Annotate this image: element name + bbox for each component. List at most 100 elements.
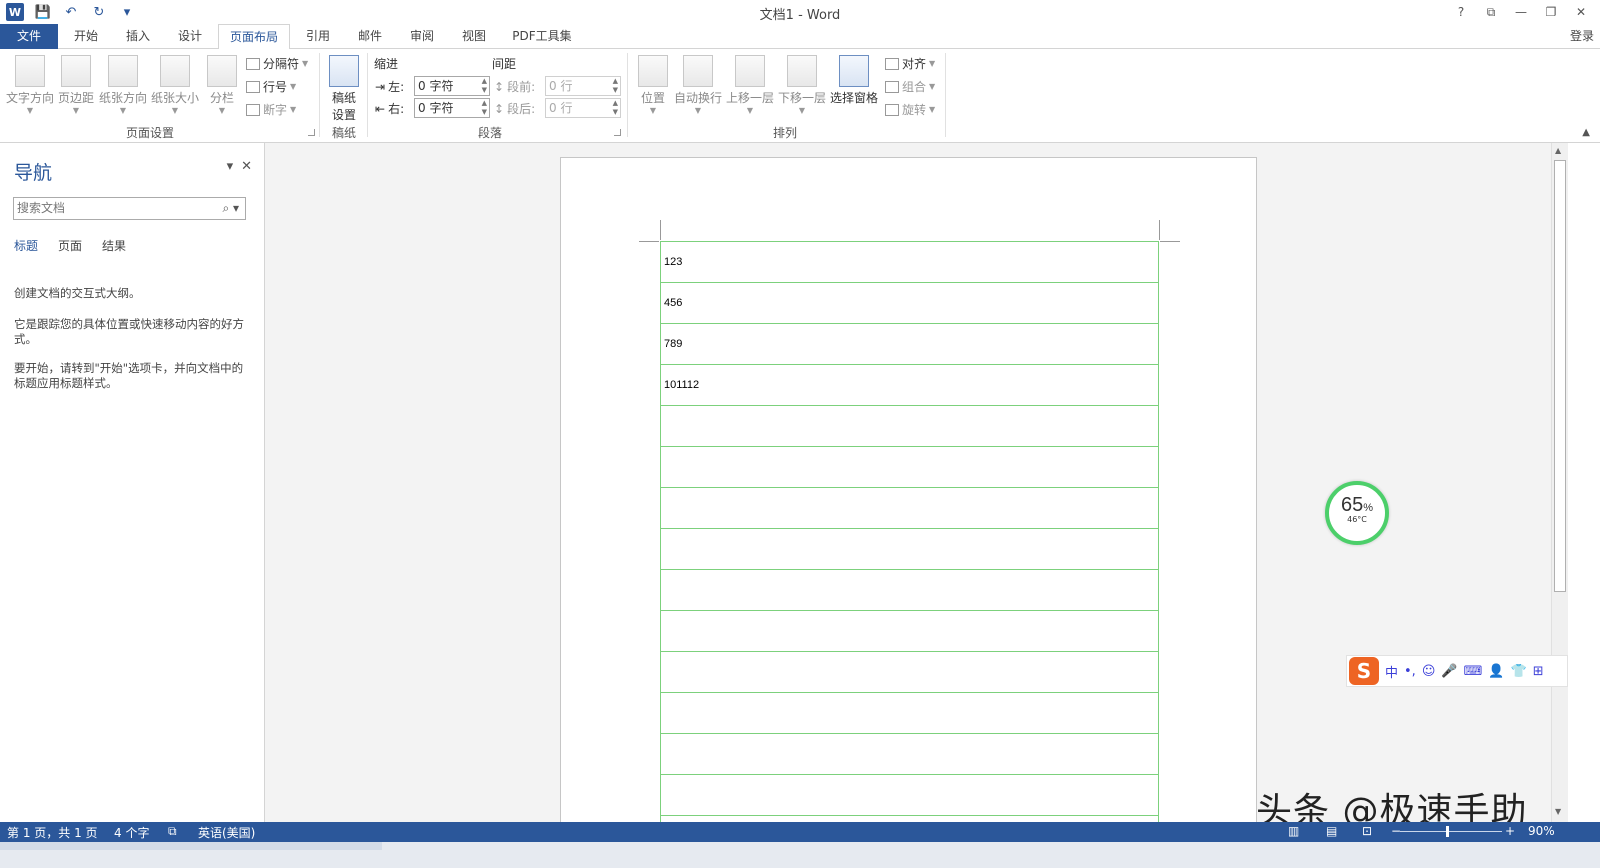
ime-toolbox-icon[interactable]: ⊞ xyxy=(1533,664,1544,679)
paper-size-icon xyxy=(160,55,190,87)
selection-pane-button[interactable]: 选择窗格 xyxy=(830,55,878,106)
tab-references[interactable]: 引用 xyxy=(294,24,342,49)
zoom-slider[interactable] xyxy=(1400,831,1502,832)
tab-insert[interactable]: 插入 xyxy=(114,24,162,49)
status-page-count[interactable]: 第 1 页，共 1 页 xyxy=(7,824,98,841)
chevron-down-icon: ▼ xyxy=(72,106,80,115)
paragraph-dialog-launcher-icon[interactable] xyxy=(614,129,621,136)
rotate-button[interactable]: 旋转 ▼ xyxy=(885,101,935,118)
status-word-count[interactable]: 4 个字 xyxy=(114,824,149,841)
grid-row[interactable] xyxy=(661,446,1158,487)
scroll-thumb[interactable] xyxy=(1554,160,1566,592)
manuscript-grid[interactable]: 123 456 789 101112 xyxy=(660,241,1159,822)
minimize-button[interactable]: — xyxy=(1508,2,1534,22)
grid-row[interactable] xyxy=(661,610,1158,651)
hyphenation-button[interactable]: 断字 ▼ xyxy=(246,101,296,118)
manuscript-settings-button[interactable]: 稿纸 设置 xyxy=(329,55,359,123)
tab-page-layout[interactable]: 页面布局 xyxy=(218,24,290,50)
nav-close-icon[interactable]: ✕ xyxy=(241,159,252,174)
grid-row[interactable]: 789 xyxy=(661,323,1158,364)
ime-keyboard-icon[interactable]: ⌨ xyxy=(1464,664,1483,679)
nav-tab-pages[interactable]: 页面 xyxy=(58,237,82,254)
ime-skin-icon[interactable]: 👕 xyxy=(1511,664,1527,679)
spin-arrows-icon[interactable]: ▲ ▼ xyxy=(613,77,618,95)
login-link[interactable]: 登录 xyxy=(1570,27,1594,44)
ime-user-icon[interactable]: 👤 xyxy=(1488,664,1504,679)
group-separator xyxy=(319,53,320,137)
nav-options-icon[interactable]: ▾ xyxy=(227,159,234,174)
spin-arrows-icon[interactable]: ▲ ▼ xyxy=(482,99,487,117)
ribbon-display-options-button[interactable]: ⧉ xyxy=(1478,2,1504,22)
margins-button[interactable]: 页边距 ▼ xyxy=(58,55,94,115)
tab-review[interactable]: 审阅 xyxy=(398,24,446,49)
spacing-before-input[interactable]: 0 行 ▲ ▼ xyxy=(545,76,621,96)
vertical-scrollbar[interactable]: ▲ ▼ xyxy=(1551,143,1568,822)
group-objects-button[interactable]: 组合 ▼ xyxy=(885,78,935,95)
line-numbers-button[interactable]: 行号 ▼ xyxy=(246,78,296,95)
collapse-ribbon-icon[interactable]: ▲ xyxy=(1582,127,1590,138)
ime-punctuation-icon[interactable]: •, xyxy=(1404,664,1416,679)
align-button[interactable]: 对齐 ▼ xyxy=(885,55,935,72)
grid-row[interactable] xyxy=(661,815,1158,822)
wrap-text-button[interactable]: 自动换行 ▼ xyxy=(674,55,722,115)
nav-search-input[interactable]: 搜索文档 ⌕ ▾ xyxy=(13,197,246,220)
indent-right-input[interactable]: 0 字符 ▲ ▼ xyxy=(414,98,490,118)
document-page[interactable]: 123 456 789 101112 xyxy=(560,157,1257,822)
spin-arrows-icon[interactable]: ▲ ▼ xyxy=(613,99,618,117)
tab-file[interactable]: 文件 xyxy=(0,24,58,49)
close-button[interactable]: ✕ xyxy=(1568,2,1594,22)
tab-design[interactable]: 设计 xyxy=(166,24,214,49)
read-mode-icon[interactable]: ▥ xyxy=(1288,824,1299,838)
scroll-up-icon[interactable]: ▲ xyxy=(1555,146,1561,155)
grid-row[interactable] xyxy=(661,651,1158,692)
manuscript-label-line2: 设置 xyxy=(331,108,356,122)
restore-button[interactable]: ❐ xyxy=(1538,2,1564,22)
grid-row[interactable] xyxy=(661,733,1158,774)
grid-row[interactable] xyxy=(661,774,1158,815)
grid-row[interactable] xyxy=(661,528,1158,569)
scroll-down-icon[interactable]: ▼ xyxy=(1555,807,1561,816)
tab-home[interactable]: 开始 xyxy=(62,24,110,49)
grid-row[interactable]: 101112 xyxy=(661,364,1158,405)
tab-mailings[interactable]: 邮件 xyxy=(346,24,394,49)
ime-emoji-icon[interactable]: ☺ xyxy=(1422,664,1436,679)
page-setup-dialog-launcher-icon[interactable] xyxy=(308,129,315,136)
grid-row[interactable]: 456 xyxy=(661,282,1158,323)
spin-arrows-icon[interactable]: ▲ ▼ xyxy=(482,77,487,95)
paper-size-button[interactable]: 纸张大小 ▼ xyxy=(151,55,199,115)
crop-mark xyxy=(639,241,659,242)
grid-row[interactable] xyxy=(661,692,1158,733)
zoom-level[interactable]: 90% xyxy=(1528,824,1555,838)
zoom-in-button[interactable]: + xyxy=(1505,824,1515,838)
grid-row[interactable]: 123 xyxy=(661,241,1158,282)
columns-button[interactable]: 分栏 ▼ xyxy=(207,55,237,115)
position-button[interactable]: 位置 ▼ xyxy=(638,55,668,115)
search-icon[interactable]: ⌕ ▾ xyxy=(222,198,239,219)
nav-tab-headings[interactable]: 标题 xyxy=(14,237,38,254)
performance-gauge[interactable]: 65% 46°C xyxy=(1325,481,1389,545)
grid-row[interactable] xyxy=(661,569,1158,610)
status-language[interactable]: 英语(美国) xyxy=(198,824,255,841)
web-layout-icon[interactable]: ⊡ xyxy=(1362,824,1372,838)
grid-row[interactable] xyxy=(661,405,1158,446)
proofing-icon[interactable]: ⧉ xyxy=(168,824,177,839)
spacing-after-input[interactable]: 0 行 ▲ ▼ xyxy=(545,98,621,118)
bring-forward-button[interactable]: 上移一层 ▼ xyxy=(726,55,774,115)
nav-tab-results[interactable]: 结果 xyxy=(102,237,126,254)
text-direction-button[interactable]: 文字方向 ▼ xyxy=(6,55,54,115)
orientation-button[interactable]: 纸张方向 ▼ xyxy=(99,55,147,115)
zoom-slider-thumb[interactable] xyxy=(1446,826,1449,837)
tab-view[interactable]: 视图 xyxy=(450,24,498,49)
send-backward-button[interactable]: 下移一层 ▼ xyxy=(778,55,826,115)
print-layout-icon[interactable]: ▤ xyxy=(1326,824,1337,838)
bring-forward-label: 上移一层 xyxy=(726,91,775,105)
ime-chinese-mode-icon[interactable]: 中 xyxy=(1385,662,1398,681)
crop-mark xyxy=(1160,241,1180,242)
sogou-logo-icon[interactable]: S xyxy=(1349,657,1379,685)
breaks-button[interactable]: 分隔符 ▼ xyxy=(246,55,308,72)
ime-voice-icon[interactable]: 🎤 xyxy=(1441,664,1457,679)
indent-left-input[interactable]: 0 字符 ▲ ▼ xyxy=(414,76,490,96)
tab-pdf-tools[interactable]: PDF工具集 xyxy=(502,24,582,49)
grid-row[interactable] xyxy=(661,487,1158,528)
help-button[interactable]: ? xyxy=(1448,2,1474,22)
